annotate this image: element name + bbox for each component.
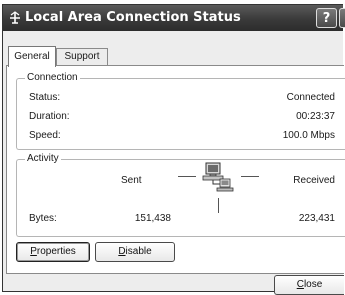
duration-value: 00:23:37: [296, 111, 335, 122]
title-close-button[interactable]: [339, 8, 345, 28]
network-computers-icon: [199, 159, 239, 195]
window-title: Local Area Connection Status: [25, 10, 241, 25]
network-connection-icon: [8, 9, 22, 27]
disable-mnemonic: D: [118, 246, 126, 257]
status-dialog: Local Area Connection Status ? General S…: [2, 4, 345, 295]
tab-support[interactable]: Support: [56, 48, 108, 65]
speed-label: Speed:: [29, 130, 61, 141]
connection-legend: Connection: [25, 72, 80, 83]
sent-activity-line: [178, 176, 196, 177]
properties-label: roperties: [36, 246, 76, 257]
bytes-received-value: 223,431: [298, 213, 335, 224]
activity-group: Activity Sent Received Bytes: 151,438 22…: [16, 153, 345, 237]
close-mnemonic: C: [296, 279, 304, 290]
help-button[interactable]: ?: [316, 8, 337, 28]
close-label: lose: [303, 279, 323, 290]
bytes-label: Bytes:: [29, 213, 57, 224]
general-panel: Connection Status: Connected Duration: 0…: [6, 65, 345, 274]
properties-button[interactable]: Properties: [16, 242, 90, 262]
duration-label: Duration:: [29, 111, 70, 122]
disable-label: isable: [125, 246, 152, 257]
properties-mnemonic: P: [30, 246, 37, 257]
bytes-divider-line: [218, 198, 219, 213]
activity-legend: Activity: [25, 153, 61, 164]
received-label: Received: [293, 175, 335, 186]
sent-label: Sent: [121, 175, 142, 186]
received-activity-line: [241, 176, 259, 177]
status-value: Connected: [286, 92, 335, 103]
title-bar[interactable]: Local Area Connection Status ?: [3, 5, 345, 31]
speed-value: 100.0 Mbps: [282, 130, 335, 141]
bytes-sent-value: 151,438: [134, 213, 171, 224]
connection-group: Connection Status: Connected Duration: 0…: [16, 72, 345, 150]
disable-button[interactable]: Disable: [95, 242, 175, 262]
status-label: Status:: [29, 92, 61, 103]
close-button[interactable]: Close: [274, 275, 344, 295]
tab-general[interactable]: General: [8, 46, 56, 67]
